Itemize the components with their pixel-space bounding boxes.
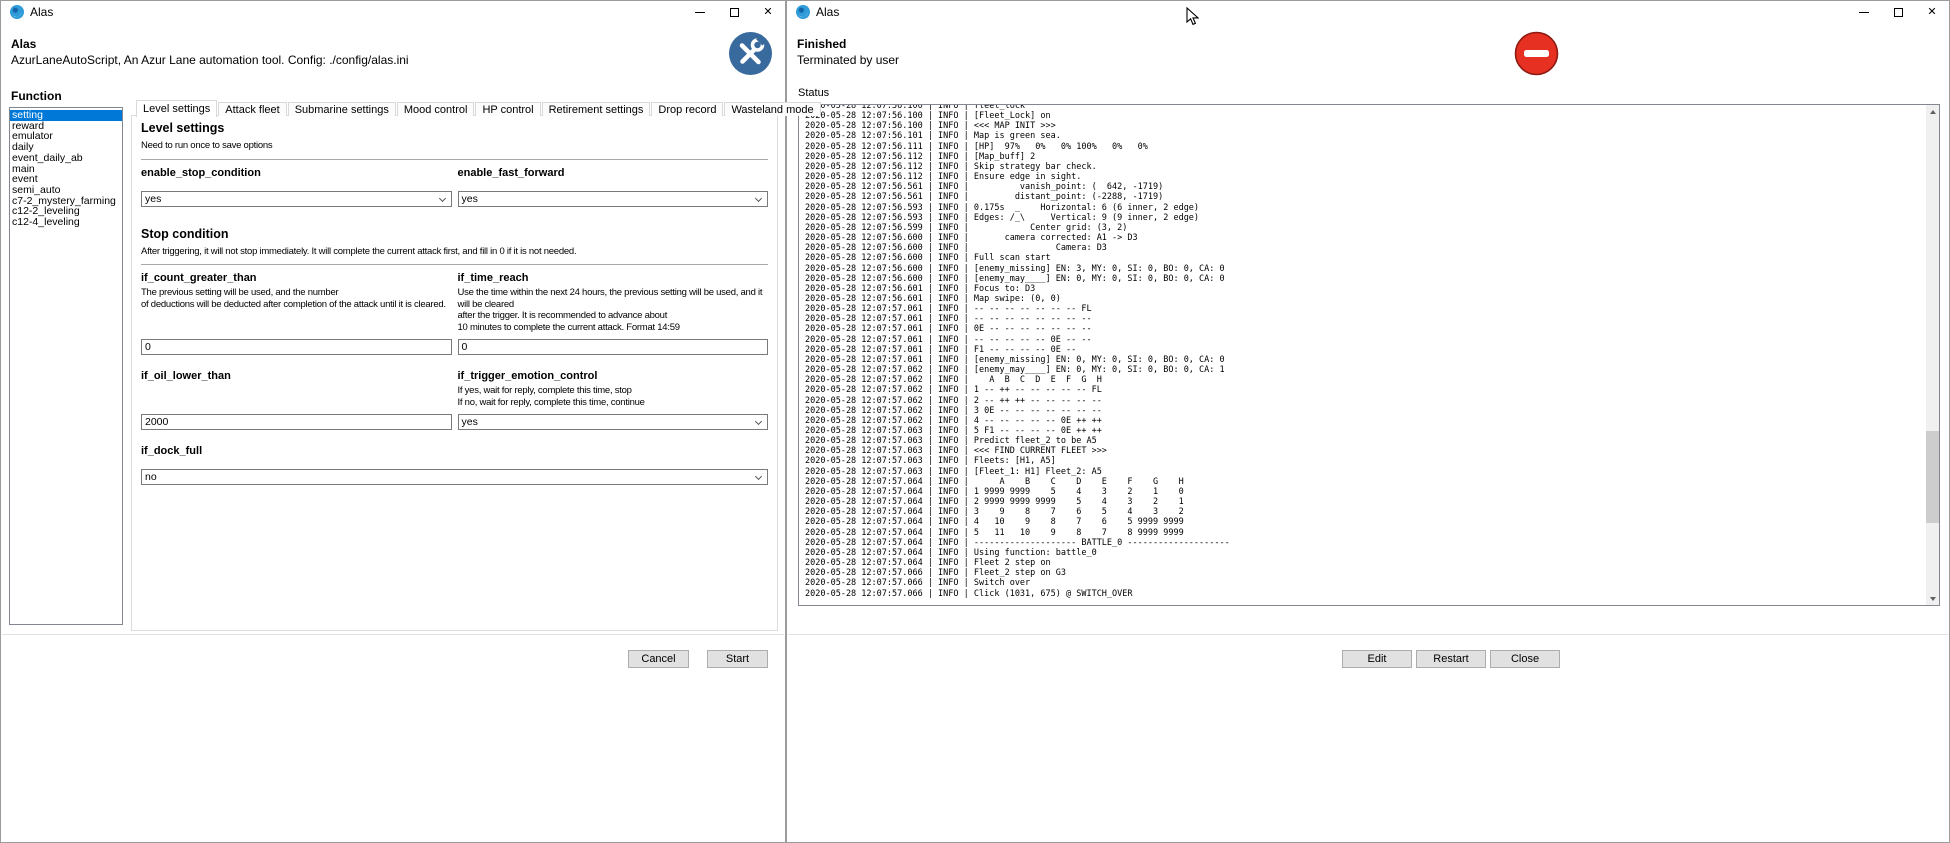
field-description: The previous setting will be used, and t… — [141, 287, 452, 310]
caption-buttons: ✕ — [683, 1, 785, 23]
scroll-up-icon — [1930, 110, 1936, 114]
minimize-icon — [1859, 12, 1869, 13]
run-status-subtitle: Terminated by user — [797, 53, 899, 67]
if_dock_full-dropdown[interactable]: no — [141, 469, 768, 485]
section-divider — [141, 159, 768, 160]
status-label: Status — [798, 87, 829, 99]
field-label: enable_stop_condition — [141, 167, 452, 179]
caption-buttons: ✕ — [1847, 1, 1949, 23]
alas-app-icon — [795, 4, 811, 20]
if_count_greater_than-input[interactable]: 0 — [141, 339, 452, 355]
minimize-button[interactable] — [683, 1, 717, 23]
field-if_count_greater_than: if_count_greater_than The previous settin… — [141, 272, 452, 355]
tab-hp-control[interactable]: HP control — [475, 102, 540, 116]
tab-submarine-settings[interactable]: Submarine settings — [288, 102, 396, 116]
field-if_oil_lower_than: if_oil_lower_than 2000 — [141, 370, 452, 430]
field-enable_fast_forward: enable_fast_forwardyes — [458, 167, 769, 207]
field-if_time_reach: if_time_reach Use the time within the nex… — [458, 272, 769, 355]
field-description: Use the time within the next 24 hours, t… — [458, 287, 769, 333]
alas-log-window: Alas ✕ Finished Terminated by user Statu… — [786, 0, 1950, 843]
if_oil_lower_than-input[interactable]: 2000 — [141, 414, 452, 430]
tab-bar: Level settingsAttack fleetSubmarine sett… — [136, 101, 822, 116]
restart-button[interactable]: Restart — [1416, 650, 1486, 668]
titlebar[interactable]: Alas ✕ — [787, 1, 1949, 23]
field-label: if_time_reach — [458, 272, 769, 284]
footer-separator — [788, 634, 1948, 635]
tab-retirement-settings[interactable]: Retirement settings — [542, 102, 651, 116]
close-log-button[interactable]: Close — [1490, 650, 1560, 668]
chevron-down-icon — [755, 473, 762, 480]
field-if_trigger_emotion_control: if_trigger_emotion_control If yes, wait f… — [458, 370, 769, 430]
footer-separator — [2, 634, 784, 635]
tools-icon — [728, 31, 773, 76]
tab-page-level-settings: Level settings Need to run once to save o… — [131, 115, 778, 631]
tab-mood-control[interactable]: Mood control — [397, 102, 475, 116]
field-label: if_trigger_emotion_control — [458, 370, 769, 382]
maximize-button[interactable] — [1881, 1, 1915, 23]
function-label: Function — [11, 89, 62, 103]
log-scrollbar[interactable] — [1926, 105, 1939, 605]
section-divider — [141, 264, 768, 265]
sidebar-item-c12-4_leveling[interactable]: c12-4_leveling — [10, 217, 122, 228]
minimize-button[interactable] — [1847, 1, 1881, 23]
mouse-cursor — [1186, 7, 1199, 26]
window-title: Alas — [816, 5, 839, 19]
maximize-button[interactable] — [717, 1, 751, 23]
tab-attack-fleet[interactable]: Attack fleet — [218, 102, 286, 116]
titlebar[interactable]: Alas ✕ — [1, 1, 785, 23]
section-title: Level settings — [141, 116, 768, 135]
field-label: if_dock_full — [141, 445, 768, 457]
tab-drop-record[interactable]: Drop record — [651, 102, 723, 116]
enable_fast_forward-dropdown[interactable]: yes — [458, 191, 769, 207]
scroll-up-button[interactable] — [1926, 105, 1939, 118]
desktop: Alas ✕ Alas AzurLaneAutoScript, An Azur … — [0, 0, 1950, 843]
run-status-title: Finished — [797, 37, 846, 51]
chevron-down-icon — [755, 194, 762, 201]
stop-icon — [1514, 31, 1559, 76]
start-button[interactable]: Start — [707, 650, 768, 668]
alas-app-icon — [9, 4, 25, 20]
field-label: if_oil_lower_than — [141, 370, 452, 382]
edit-button[interactable]: Edit — [1342, 650, 1412, 668]
scroll-down-button[interactable] — [1926, 592, 1939, 605]
scroll-down-icon — [1930, 597, 1936, 601]
window-title: Alas — [30, 5, 53, 19]
log-text: 2020-05-28 12:07:56.100 | INFO | fleet_l… — [805, 104, 1939, 599]
scrollbar-thumb[interactable] — [1926, 431, 1939, 523]
field-if_dock_full: if_dock_fullno — [141, 445, 768, 485]
enable_stop_condition-dropdown[interactable]: yes — [141, 191, 452, 207]
maximize-icon — [730, 8, 739, 17]
close-button[interactable]: ✕ — [751, 1, 785, 23]
chevron-down-icon — [438, 194, 445, 201]
status-log[interactable]: 2020-05-28 12:07:56.100 | INFO | fleet_l… — [798, 104, 1940, 606]
field-label: enable_fast_forward — [458, 167, 769, 179]
tab-wasteland-mode[interactable]: Wasteland mode — [724, 102, 820, 116]
section-title: Stop condition — [141, 222, 768, 241]
alas-config-window: Alas ✕ Alas AzurLaneAutoScript, An Azur … — [0, 0, 786, 843]
if_trigger_emotion_control-dropdown[interactable]: yes — [458, 414, 769, 430]
field-description: If yes, wait for reply, complete this ti… — [458, 385, 769, 408]
if_time_reach-input[interactable]: 0 — [458, 339, 769, 355]
cancel-button[interactable]: Cancel — [628, 650, 689, 668]
close-button[interactable]: ✕ — [1915, 1, 1949, 23]
section-subtitle: After triggering, it will not stop immed… — [141, 246, 768, 258]
function-list[interactable]: settingrewardemulatordailyevent_daily_ab… — [9, 107, 123, 625]
maximize-icon — [1894, 8, 1903, 17]
field-label: if_count_greater_than — [141, 272, 452, 284]
sidebar-item-event_daily_ab[interactable]: event_daily_ab — [10, 153, 122, 164]
page-subtitle: AzurLaneAutoScript, An Azur Lane automat… — [11, 53, 409, 67]
minimize-icon — [695, 12, 705, 13]
field-enable_stop_condition: enable_stop_conditionyes — [141, 167, 452, 207]
page-title: Alas — [11, 37, 36, 51]
section-subtitle: Need to run once to save options — [141, 140, 768, 152]
chevron-down-icon — [755, 418, 762, 425]
tab-level-settings[interactable]: Level settings — [136, 100, 217, 117]
